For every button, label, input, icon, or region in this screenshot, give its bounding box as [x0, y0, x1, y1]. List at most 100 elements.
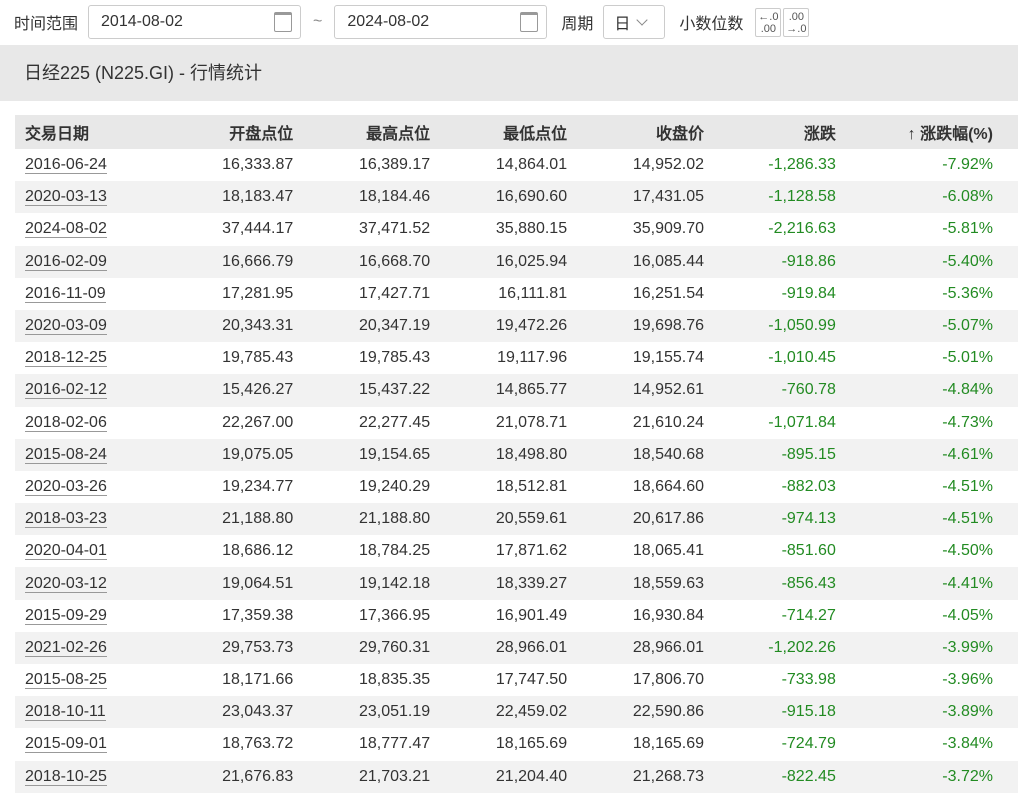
cell-value: 20,617.86 [632, 510, 705, 528]
table-row: 2015-08-24 19,075.05 19,154.65 18,498.80 18,… [15, 438, 1018, 471]
cell: 17,871.62 [455, 535, 592, 567]
trade-date-link[interactable]: 2015-08-24 [25, 445, 107, 464]
trade-date-link[interactable]: 2016-02-12 [25, 381, 107, 400]
trade-date-link[interactable]: 2020-03-09 [25, 317, 107, 336]
cell: 18,183.47 [181, 181, 319, 214]
cell: 21,610.24 [592, 407, 729, 439]
table-row: 2018-10-25 21,676.83 21,703.21 21,204.40 21,… [15, 760, 1018, 793]
cell: -5.07% [860, 309, 1018, 343]
cell: 16,251.54 [592, 278, 729, 310]
cell: 18,777.47 [318, 728, 455, 760]
trade-date-link[interactable]: 2020-04-01 [25, 542, 107, 561]
calendar-icon[interactable] [274, 12, 293, 32]
trade-date-link[interactable]: 2018-02-06 [25, 413, 107, 432]
cell: -4.41% [860, 567, 1018, 600]
increase-decimals-button[interactable]: .00 →.0 [783, 7, 810, 37]
cell: -851.60 [729, 535, 861, 567]
cell: -4.51% [860, 503, 1018, 536]
decrease-decimals-button[interactable]: ←.0 .00 [755, 7, 782, 37]
cell: 37,444.17 [181, 213, 318, 245]
trade-date-link[interactable]: 2018-10-11 [25, 703, 106, 722]
cell-value: 19,155.74 [632, 349, 705, 367]
column-header[interactable]: 最低点位 [455, 115, 593, 149]
trade-date-link[interactable]: 2015-08-25 [25, 671, 107, 690]
cell: 19,698.76 [592, 309, 730, 343]
column-header[interactable]: 最高点位 [318, 115, 456, 149]
trade-date-link[interactable]: 2015-09-29 [25, 606, 107, 625]
cell-value: -1,050.99 [768, 317, 836, 335]
cell: 23,043.37 [181, 696, 319, 729]
period-value: 日 [614, 16, 631, 33]
cell-value: -4.05% [942, 606, 993, 624]
trade-date-link[interactable]: 2015-09-01 [25, 735, 107, 754]
cell-value: -6.08% [942, 188, 993, 206]
trade-date-link[interactable]: 2020-03-12 [25, 574, 107, 593]
start-date-input[interactable]: 2014-08-02 [88, 5, 302, 39]
trade-date-link[interactable]: 2024-08-02 [25, 220, 107, 239]
cell-value: -1,286.33 [768, 156, 836, 174]
period-label: 周期 [561, 16, 594, 33]
table-row: 2020-04-01 18,686.12 18,784.25 17,871.62 18,… [15, 535, 1018, 567]
column-header[interactable]: 开盘点位 [181, 115, 319, 149]
cell-value: 18,165.69 [495, 735, 568, 753]
cell: 2018-03-23 [15, 503, 182, 536]
cell-value: 16,025.94 [495, 252, 568, 270]
table-row: 2018-12-25 19,785.43 19,785.43 19,117.96 19,… [15, 342, 1018, 374]
cell: 19,142.18 [318, 567, 456, 600]
cell-value: 17,431.05 [632, 188, 705, 206]
cell: -5.81% [861, 213, 1018, 245]
trade-date-link[interactable]: 2016-11-09 [25, 284, 106, 303]
cell: -3.96% [861, 664, 1018, 696]
cell: -919.84 [729, 278, 861, 310]
cell: 37,471.52 [318, 213, 455, 245]
trade-date-link[interactable]: 2021-02-26 [25, 638, 107, 657]
trade-date-link[interactable]: 2018-12-25 [25, 349, 107, 368]
start-date-value: 2014-08-02 [101, 13, 183, 30]
cell-value: -5.01% [942, 349, 993, 367]
cell: 2016-11-09 [15, 278, 181, 310]
cell-value: 18,686.12 [222, 542, 294, 560]
trade-date-link[interactable]: 2018-03-23 [25, 510, 107, 529]
cell-value: -851.60 [781, 542, 836, 560]
cell-value: 18,065.41 [632, 542, 705, 560]
cell-value: 19,117.96 [497, 349, 568, 367]
range-label: 时间范围 [14, 16, 79, 33]
column-header[interactable]: 收盘价 [592, 115, 730, 149]
trade-date-link[interactable]: 2016-02-09 [25, 252, 107, 271]
cell-value: 17,281.95 [222, 284, 294, 302]
cell-value: -4.84% [942, 381, 993, 399]
table-row: 2020-03-26 19,234.77 19,240.29 18,512.81 18,… [15, 471, 1018, 503]
cell: 16,666.79 [181, 245, 319, 278]
cell: 18,171.66 [181, 664, 318, 696]
cell-value: 16,930.84 [632, 606, 705, 624]
trade-date-link[interactable]: 2018-10-25 [25, 767, 107, 786]
cell-value: 37,444.17 [222, 220, 294, 238]
period-select[interactable]: 日 [603, 5, 666, 39]
cell: 15,437.22 [318, 374, 456, 407]
column-header[interactable]: 交易日期 [15, 115, 182, 149]
cell-value: 16,251.54 [632, 284, 705, 302]
cell: 16,668.70 [318, 245, 456, 278]
cell: -760.78 [729, 374, 861, 407]
calendar-icon[interactable] [520, 12, 539, 32]
end-date-input[interactable]: 2024-08-02 [334, 5, 548, 39]
cell-value: -1,071.84 [768, 413, 836, 431]
column-header[interactable]: ↑ 涨跌幅(%) [860, 115, 1018, 149]
cell-value: -1,010.45 [768, 349, 836, 367]
cell-value: -733.98 [781, 671, 836, 689]
trade-date-link[interactable]: 2020-03-26 [25, 477, 107, 496]
trade-date-link[interactable]: 2020-03-13 [25, 188, 107, 207]
cell-value: 15,426.27 [222, 381, 294, 399]
cell: 19,785.43 [181, 342, 318, 374]
cell-value: -760.78 [781, 381, 836, 399]
cell: 21,188.80 [181, 503, 319, 536]
trade-date-link[interactable]: 2016-06-24 [25, 156, 107, 175]
cell-value: 21,610.24 [632, 413, 705, 431]
column-header[interactable]: 涨跌 [729, 115, 861, 149]
cell: 22,277.45 [318, 407, 455, 439]
cell: -882.03 [729, 471, 861, 503]
table-row: 2020-03-13 18,183.47 18,184.46 16,690.60 17,… [15, 181, 1018, 214]
cell-value: -3.72% [942, 767, 993, 785]
cell: 14,864.01 [455, 149, 592, 181]
cell-value: 18,184.46 [358, 188, 431, 206]
